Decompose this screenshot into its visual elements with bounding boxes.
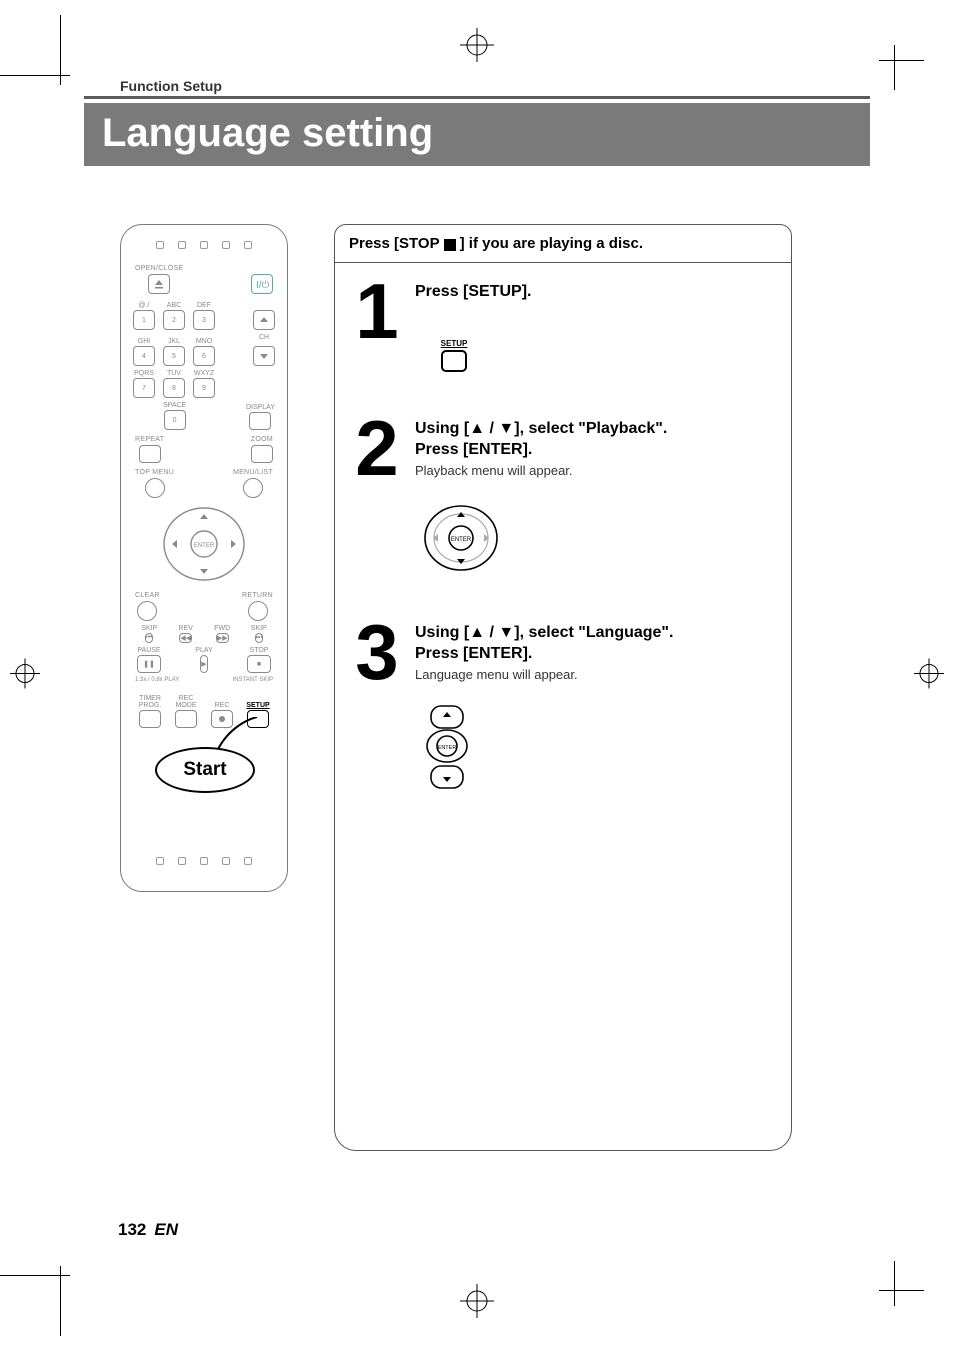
open-close-label: OPEN/CLOSE (135, 265, 184, 272)
key-9: 9 (193, 378, 215, 398)
nav-ring-illustration: ENTER (423, 500, 773, 576)
pause-button: ❚❚ (137, 655, 161, 673)
nav-ring: ENTER (162, 502, 246, 586)
step-1-title: Press [SETUP]. (415, 281, 773, 303)
power-button: I/⏻ (251, 274, 273, 294)
setup-key-illustration: SETUP (433, 339, 475, 372)
registration-mark-right (914, 658, 944, 693)
timer-prog-button (139, 710, 161, 728)
clear-button (137, 601, 157, 621)
step-3: 3 Using [▲ / ▼], select "Language". Pres… (335, 604, 791, 1150)
key-5: 5 (163, 346, 185, 366)
start-callout: Start (155, 747, 255, 793)
step-number: 3 (347, 622, 403, 790)
key-1: 1 (133, 310, 155, 330)
registration-mark-left (10, 658, 40, 693)
key-7: 7 (133, 378, 155, 398)
top-menu-button (145, 478, 165, 498)
key-4: 4 (133, 346, 155, 366)
play-button: ▶ (200, 655, 207, 673)
step-1: 1 Press [SETUP]. SETUP (335, 263, 791, 400)
power-icon: I/⏻ (255, 277, 269, 291)
eject-button (148, 274, 170, 294)
section-label: Function Setup (84, 78, 870, 94)
step-3-sub: Language menu will appear. (415, 667, 773, 682)
ch-down-button (253, 346, 275, 366)
step-number: 2 (347, 418, 403, 576)
fast-forward-button: ▶▶ (216, 633, 229, 643)
up-triangle-icon: ▲ (469, 624, 485, 641)
registration-mark-top (460, 28, 494, 67)
remote-bottom-dots (121, 857, 287, 865)
remote-top-dots (129, 241, 279, 249)
step-2: 2 Using [▲ / ▼], select "Playback". Pres… (335, 400, 791, 604)
header-rule (84, 96, 870, 99)
rewind-button: ◀◀ (179, 633, 192, 643)
key-0: 0 (164, 410, 186, 430)
skip-back-button: ⏮ (145, 633, 153, 643)
menu-list-button (243, 478, 263, 498)
down-triangle-icon: ▼ (498, 624, 514, 641)
return-button (248, 601, 268, 621)
stop-button: ■ (247, 655, 271, 673)
steps-header: Press [STOP ] if you are playing a disc. (335, 225, 791, 263)
svg-text:I/⏻: I/⏻ (256, 280, 269, 291)
page-number: 132EN (118, 1220, 178, 1240)
skip-fwd-button: ⏭ (255, 633, 263, 643)
nav-enter-illustration: ENTER (423, 704, 773, 790)
svg-text:ENTER: ENTER (438, 745, 457, 751)
display-button (249, 412, 271, 430)
steps-panel: Press [STOP ] if you are playing a disc.… (334, 224, 792, 1151)
stop-icon (444, 239, 456, 251)
up-triangle-icon: ▲ (469, 420, 485, 437)
key-3: 3 (193, 310, 215, 330)
step-2-sub: Playback menu will appear. (415, 463, 773, 478)
key-6: 6 (193, 346, 215, 366)
enter-label: ENTER (194, 543, 215, 549)
step-3-title: Using [▲ / ▼], select "Language". Press … (415, 622, 773, 665)
eject-icon (153, 278, 165, 290)
remote-illustration: OPEN/CLOSE I/⏻ @./1 (120, 224, 316, 1151)
key-2: 2 (163, 310, 185, 330)
repeat-button (139, 445, 161, 463)
zoom-button (251, 445, 273, 463)
key-8: 8 (163, 378, 185, 398)
step-2-title: Using [▲ / ▼], select "Playback". Press … (415, 418, 773, 461)
rec-mode-button (175, 710, 197, 728)
svg-text:ENTER: ENTER (451, 537, 472, 543)
ch-up-button (253, 310, 275, 330)
registration-mark-bottom (460, 1284, 494, 1323)
crop-mark-br (864, 1261, 924, 1321)
page-content: Function Setup Language setting OPEN/CLO… (84, 78, 870, 1246)
crop-mark-tr (864, 30, 924, 90)
page-title: Language setting (84, 103, 870, 166)
step-number: 1 (347, 281, 403, 372)
down-triangle-icon: ▼ (498, 420, 514, 437)
